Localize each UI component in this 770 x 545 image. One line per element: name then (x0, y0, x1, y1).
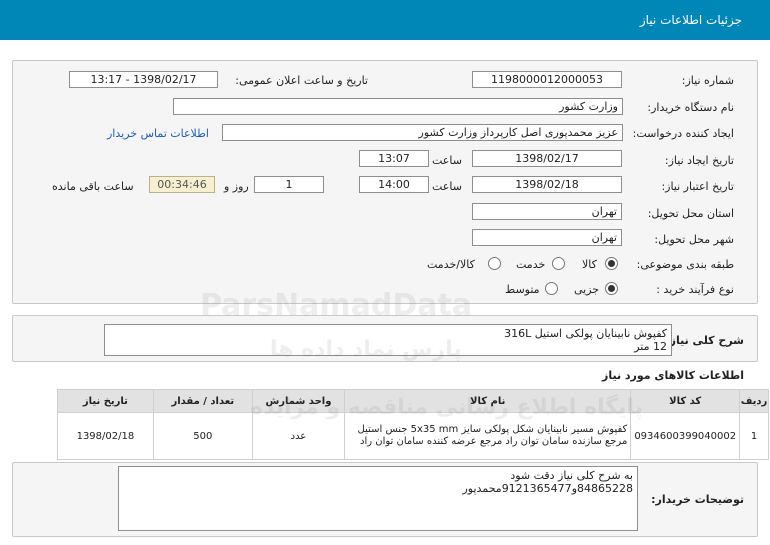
header-quantity: تعداد / مقدار (152, 389, 253, 413)
buyer-notes-line-1: به شرح کلی نیاز دقت شود (510, 469, 633, 482)
page-title: جزئیات اطلاعات نیاز (639, 13, 742, 27)
header-unit: واحد شمارش (251, 389, 346, 413)
summary-line-1: کفپوش نابینایان پولکی استیل 316L (504, 327, 667, 340)
need-number-label: شماره نیاز: (681, 74, 734, 87)
process-minor-radio[interactable] (605, 282, 618, 295)
items-table-header: ردیف کد کالا نام کالا واحد شمارش تعداد /… (57, 389, 769, 413)
items-table: ردیف کد کالا نام کالا واحد شمارش تعداد /… (57, 389, 769, 460)
header-item-code: کد کالا (630, 389, 741, 413)
remaining-time-field: 00:34:46 (149, 176, 215, 193)
cell-unit: عدد (251, 412, 346, 460)
created-date-field[interactable]: 1398/02/17 (472, 150, 622, 167)
valid-time-label: ساعت (432, 180, 462, 193)
cell-row-number: 1 (739, 412, 769, 460)
table-row: 1 0934600399040002 کفپوش مسیر نابینایان … (57, 412, 769, 460)
days-field[interactable]: 1 (254, 176, 324, 193)
city-label: شهر محل تحویل: (654, 233, 734, 246)
created-time-label: ساعت (432, 154, 462, 167)
summary-line-2: 12 متر (634, 340, 667, 353)
valid-date-label: تاریخ اعتبار نیاز: (661, 180, 734, 193)
summary-textbox: کفپوش نابینایان پولکی استیل 316L 12 متر (104, 324, 672, 356)
announce-datetime-label: تاریخ و ساعت اعلان عمومی: (235, 74, 368, 87)
province-label: استان محل تحویل: (647, 207, 734, 220)
cell-quantity: 500 (152, 412, 253, 460)
remaining-label: ساعت باقی مانده (52, 180, 134, 193)
summary-label: شرح کلی نیاز: (665, 334, 744, 347)
city-field[interactable]: تهران (472, 229, 622, 246)
need-number-field[interactable]: 1198000012000053 (472, 71, 622, 88)
buyer-notes-textbox: به شرح کلی نیاز دقت شود 84865228و9121365… (118, 466, 638, 531)
buyer-org-label: نام دستگاه خریدار: (647, 101, 734, 114)
buyer-notes-line-2: 84865228و9121365477محمدپور (462, 482, 634, 495)
day-and-label: روز و (224, 180, 249, 193)
process-medium-label: متوسط (505, 283, 540, 296)
valid-date-field[interactable]: 1398/02/18 (472, 176, 622, 193)
process-medium-radio[interactable] (545, 282, 558, 295)
valid-time-field[interactable]: 14:00 (359, 176, 429, 193)
buyer-contact-link[interactable]: اطلاعات تماس خریدار (107, 127, 209, 140)
cell-item-code: 0934600399040002 (630, 412, 741, 460)
announce-datetime-field[interactable]: 1398/02/17 - 13:17 (69, 71, 218, 88)
category-goods-service-radio[interactable] (488, 257, 501, 270)
category-service-radio[interactable] (552, 257, 565, 270)
header-need-date: تاریخ نیاز (57, 389, 154, 413)
page-header: جزئیات اطلاعات نیاز (0, 0, 770, 40)
items-section-title: اطلاعات کالاهای مورد نیاز (602, 369, 744, 382)
requester-field[interactable]: عزیز محمدپوری اصل کارپرداز وزارت کشور (222, 124, 623, 141)
created-time-field[interactable]: 13:07 (359, 150, 429, 167)
process-minor-label: جزیی (574, 283, 600, 296)
category-label: طبقه بندی موضوعی: (636, 258, 734, 271)
category-goods-label: کالا (582, 258, 597, 271)
province-field[interactable]: تهران (472, 203, 622, 220)
created-date-label: تاریخ ایجاد نیاز: (664, 154, 734, 167)
process-label: نوع فرآیند خرید : (656, 283, 734, 296)
category-goods-radio[interactable] (605, 257, 618, 270)
buyer-notes-label: توضیحات خریدار: (651, 493, 744, 506)
buyer-org-field[interactable]: وزارت کشور (173, 98, 623, 115)
cell-need-date: 1398/02/18 (57, 412, 154, 460)
header-item-name: نام کالا (344, 389, 632, 413)
category-service-label: خدمت (516, 258, 546, 271)
category-goods-service-label: کالا/خدمت (427, 258, 475, 271)
cell-item-name: کفپوش مسیر نابینایان شکل پولکی سایز 5x35… (344, 412, 632, 460)
header-row-number: ردیف (739, 389, 769, 413)
requester-label: ایجاد کننده درخواست: (632, 127, 734, 140)
